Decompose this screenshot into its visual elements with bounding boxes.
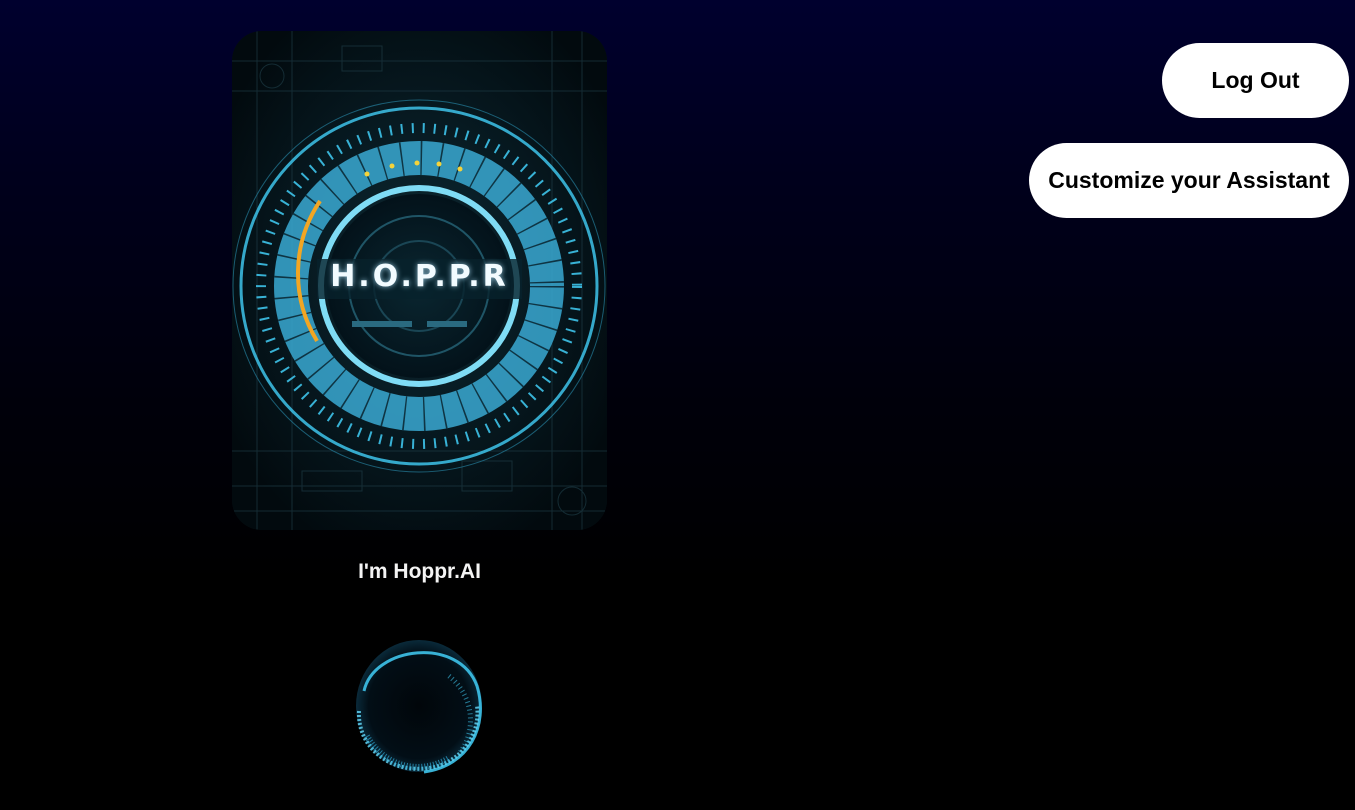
hero-image: H.O.P.P.R (232, 31, 607, 530)
logout-button[interactable]: Log Out (1162, 43, 1349, 118)
assistant-intro: I'm Hoppr.AI (358, 560, 481, 583)
voice-orb-icon[interactable] (349, 636, 489, 776)
customize-assistant-button[interactable]: Customize your Assistant (1029, 143, 1349, 218)
hoppr-logo-text: H.O.P.P.R (330, 259, 509, 294)
